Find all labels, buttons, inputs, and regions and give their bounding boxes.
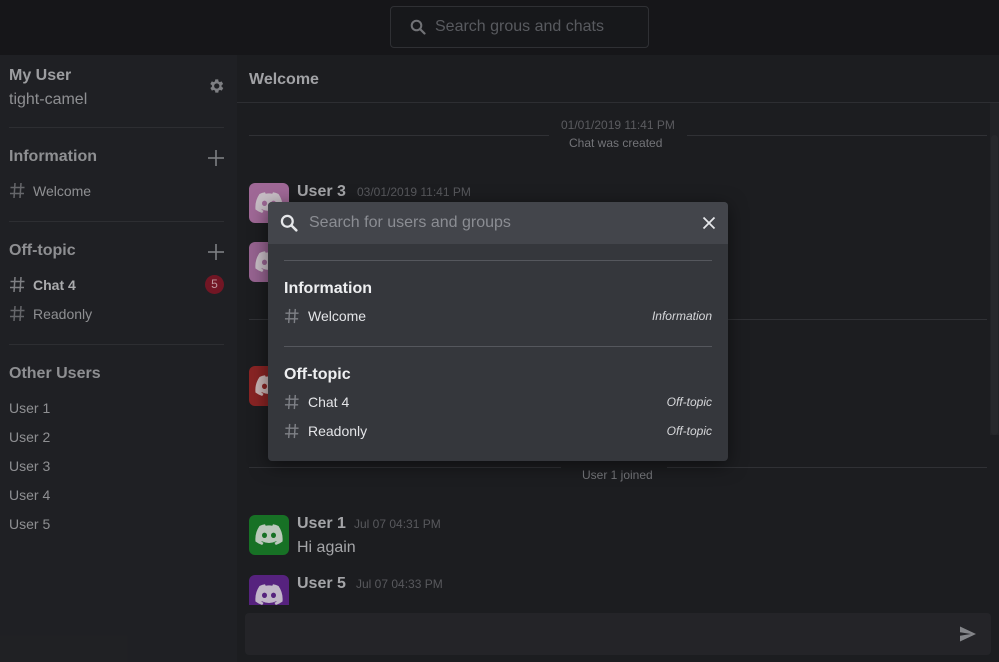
- send-icon[interactable]: [959, 625, 977, 643]
- modal-result-label: Chat 4: [308, 394, 350, 410]
- discord-logo-icon: [255, 584, 283, 605]
- user-name: tight-camel: [9, 91, 88, 108]
- sidebar-item-chat-4[interactable]: Chat 4: [9, 276, 76, 293]
- modal-group-information: Information: [284, 280, 372, 297]
- discord-logo-icon: [255, 524, 283, 545]
- message-author[interactable]: User 1: [297, 515, 346, 533]
- modal-divider: [284, 260, 712, 261]
- event-divider: [249, 467, 561, 468]
- event-timestamp: 01/01/2019 11:41 PM: [561, 118, 675, 132]
- message-timestamp: Jul 07 04:33 PM: [356, 577, 443, 591]
- hash-icon: [9, 305, 26, 322]
- other-users-title: Other Users: [9, 365, 101, 382]
- search-modal: Search for users and groups Information …: [268, 202, 728, 461]
- chat-header: Welcome: [237, 55, 999, 103]
- modal-result-label: Readonly: [308, 423, 368, 439]
- hash-icon: [9, 182, 26, 199]
- chat-title: Welcome: [249, 71, 319, 88]
- modal-group-off-topic: Off-topic: [284, 366, 351, 383]
- event-text: Chat was created: [569, 136, 663, 150]
- modal-result-readonly[interactable]: Readonly Off-topic: [284, 421, 712, 441]
- message-timestamp: Jul 07 04:31 PM: [354, 517, 441, 531]
- message-author[interactable]: User 5: [297, 575, 346, 593]
- event-text: User 1 joined: [582, 468, 653, 482]
- sidebar-user-5[interactable]: User 5: [9, 516, 50, 532]
- sidebar-item-label: Readonly: [33, 305, 93, 322]
- unread-badge: 5: [205, 275, 224, 294]
- avatar[interactable]: [249, 515, 289, 555]
- modal-result-label: Welcome: [308, 308, 367, 324]
- sidebar-item-label: Chat 4: [33, 276, 76, 293]
- sidebar-divider: [9, 221, 224, 222]
- modal-search-input[interactable]: Search for users and groups: [268, 202, 728, 244]
- search-icon: [410, 19, 426, 35]
- sidebar-item-readonly[interactable]: Readonly: [9, 305, 92, 322]
- global-search-placeholder: Search grous and chats: [435, 18, 604, 35]
- event-divider: [687, 135, 987, 136]
- sidebar-divider: [9, 344, 224, 345]
- hash-icon: [9, 276, 26, 293]
- modal-search-placeholder: Search for users and groups: [309, 214, 511, 231]
- modal-result-welcome[interactable]: Welcome Information: [284, 306, 712, 326]
- sidebar-user-1[interactable]: User 1: [9, 400, 50, 416]
- plus-icon[interactable]: [207, 149, 225, 167]
- sidebar-item-label: Welcome: [33, 182, 92, 199]
- sidebar-divider: [9, 127, 224, 128]
- message-text: Hi again: [297, 539, 356, 556]
- modal-result-group: Information: [651, 309, 712, 323]
- hash-icon: [284, 308, 300, 324]
- modal-result-group: Off-topic: [666, 395, 712, 409]
- hash-icon: [284, 394, 300, 410]
- message-author[interactable]: User 3: [297, 183, 346, 201]
- avatar[interactable]: [249, 575, 289, 605]
- event-divider: [249, 135, 549, 136]
- close-icon[interactable]: [702, 216, 716, 230]
- hash-icon: [284, 423, 300, 439]
- message-clip: User 5 Jul 07 04:33 PM: [237, 570, 987, 605]
- top-bar: Search grous and chats: [0, 0, 999, 55]
- global-search-input[interactable]: Search grous and chats: [390, 6, 649, 48]
- message-timestamp: 03/01/2019 11:41 PM: [357, 185, 471, 199]
- search-icon: [280, 214, 298, 232]
- event-divider: [667, 467, 987, 468]
- modal-result-chat-4[interactable]: Chat 4 Off-topic: [284, 392, 712, 412]
- sidebar-user-2[interactable]: User 2: [9, 429, 50, 445]
- plus-icon[interactable]: [207, 243, 225, 261]
- user-section-title: My User: [9, 67, 72, 84]
- message-input[interactable]: [245, 613, 991, 655]
- sidebar-item-welcome[interactable]: Welcome: [9, 182, 91, 199]
- scrollbar-thumb[interactable]: [991, 135, 998, 435]
- sidebar: My User tight-camel Information Welcome …: [0, 55, 237, 662]
- sidebar-group-off-topic: Off-topic: [9, 242, 76, 259]
- sidebar-user-3[interactable]: User 3: [9, 458, 50, 474]
- sidebar-group-information: Information: [9, 148, 97, 165]
- modal-divider: [284, 346, 712, 347]
- gear-icon[interactable]: [207, 77, 225, 100]
- modal-result-group: Off-topic: [666, 424, 712, 438]
- sidebar-user-4[interactable]: User 4: [9, 487, 50, 503]
